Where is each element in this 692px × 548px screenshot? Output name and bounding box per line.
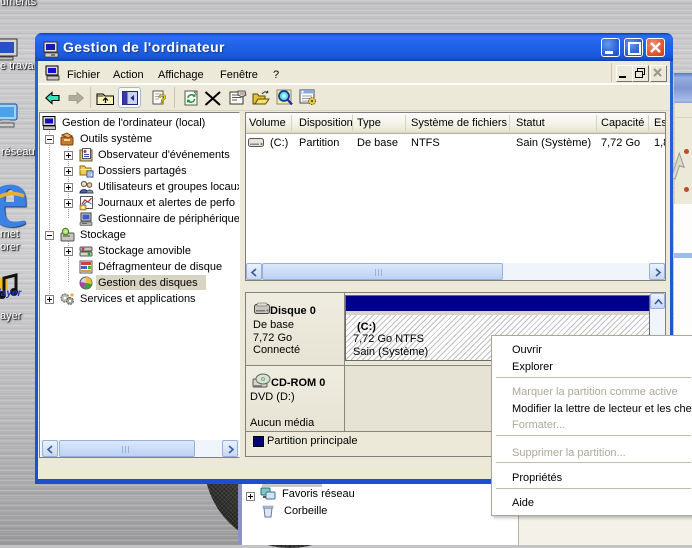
svg-text:?: ? xyxy=(158,91,167,107)
